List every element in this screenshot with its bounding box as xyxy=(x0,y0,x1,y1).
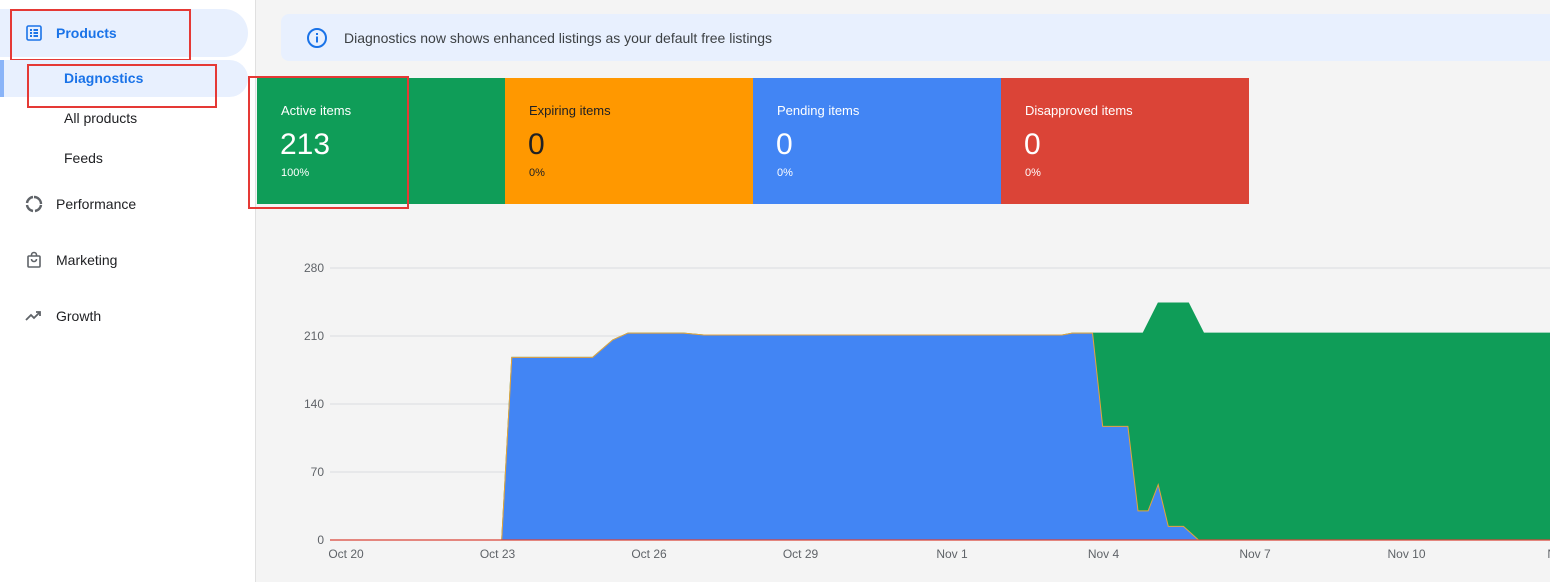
card-title: Disapproved items xyxy=(1025,103,1133,118)
card-title: Active items xyxy=(281,103,352,118)
y-tick-label: 0 xyxy=(317,533,324,547)
y-tick-label: 280 xyxy=(304,261,324,275)
sidebar: Products Diagnostics All products Feeds … xyxy=(0,0,256,582)
nav-marketing-label: Marketing xyxy=(56,252,118,268)
nav-item-all-products[interactable]: All products xyxy=(64,108,137,128)
list-icon xyxy=(25,24,43,42)
card-value: 0 xyxy=(1024,128,1041,161)
card-value: 0 xyxy=(528,128,545,161)
info-icon xyxy=(306,27,328,49)
y-tick-label: 210 xyxy=(304,329,324,343)
nav-products-label: Products xyxy=(56,25,117,41)
x-tick-label: Oct 20 xyxy=(328,547,364,561)
shopping-bag-icon xyxy=(25,251,43,269)
card-percent: 0% xyxy=(1025,167,1041,179)
card-pending-items[interactable]: Pending items 0 0% xyxy=(753,78,1001,204)
x-tick-label: Oct 26 xyxy=(631,547,667,561)
card-percent: 100% xyxy=(281,167,310,179)
nav-item-growth[interactable]: Growth xyxy=(0,304,101,328)
nav-item-marketing[interactable]: Marketing xyxy=(0,248,117,272)
x-tick-label: Nov 7 xyxy=(1239,547,1271,561)
info-banner: Diagnostics now shows enhanced listings … xyxy=(281,14,1550,61)
card-value: 0 xyxy=(776,128,793,161)
y-tick-label: 140 xyxy=(304,397,324,411)
card-value: 213 xyxy=(280,128,331,161)
nav-item-diagnostics[interactable]: Diagnostics xyxy=(64,68,143,88)
x-tick-label: Nov 10 xyxy=(1387,547,1425,561)
nav-growth-label: Growth xyxy=(56,308,102,324)
card-title: Expiring items xyxy=(529,103,611,118)
x-tick-label: Oct 29 xyxy=(783,547,819,561)
nav-item-feeds[interactable]: Feeds xyxy=(64,148,103,168)
nav-item-products[interactable]: Products xyxy=(0,21,117,45)
card-title: Pending items xyxy=(777,103,860,118)
card-active-items[interactable]: Active items 213 100% xyxy=(257,78,505,204)
donut-chart-icon xyxy=(25,195,43,213)
nav-item-performance[interactable]: Performance xyxy=(0,192,136,216)
card-percent: 0% xyxy=(777,167,793,179)
card-expiring-items[interactable]: Expiring items 0 0% xyxy=(505,78,753,204)
x-tick-label: Nov 1 xyxy=(936,547,968,561)
diagnostics-selected-bar xyxy=(0,60,4,97)
items-area-chart: 0 70 140 210 280 Oct 20 Oct 23 Oct 26 Oct 29 Nov … xyxy=(304,261,1550,561)
card-disapproved-items[interactable]: Disapproved items 0 0% xyxy=(1001,78,1249,204)
y-tick-label: 70 xyxy=(311,465,325,479)
x-tick-label: Nov 4 xyxy=(1088,547,1120,561)
x-tick-label: Oct 23 xyxy=(480,547,516,561)
banner-text: Diagnostics now shows enhanced listings … xyxy=(344,29,773,46)
nav-performance-label: Performance xyxy=(56,196,137,212)
card-percent: 0% xyxy=(529,167,545,179)
trending-up-icon xyxy=(25,307,43,325)
